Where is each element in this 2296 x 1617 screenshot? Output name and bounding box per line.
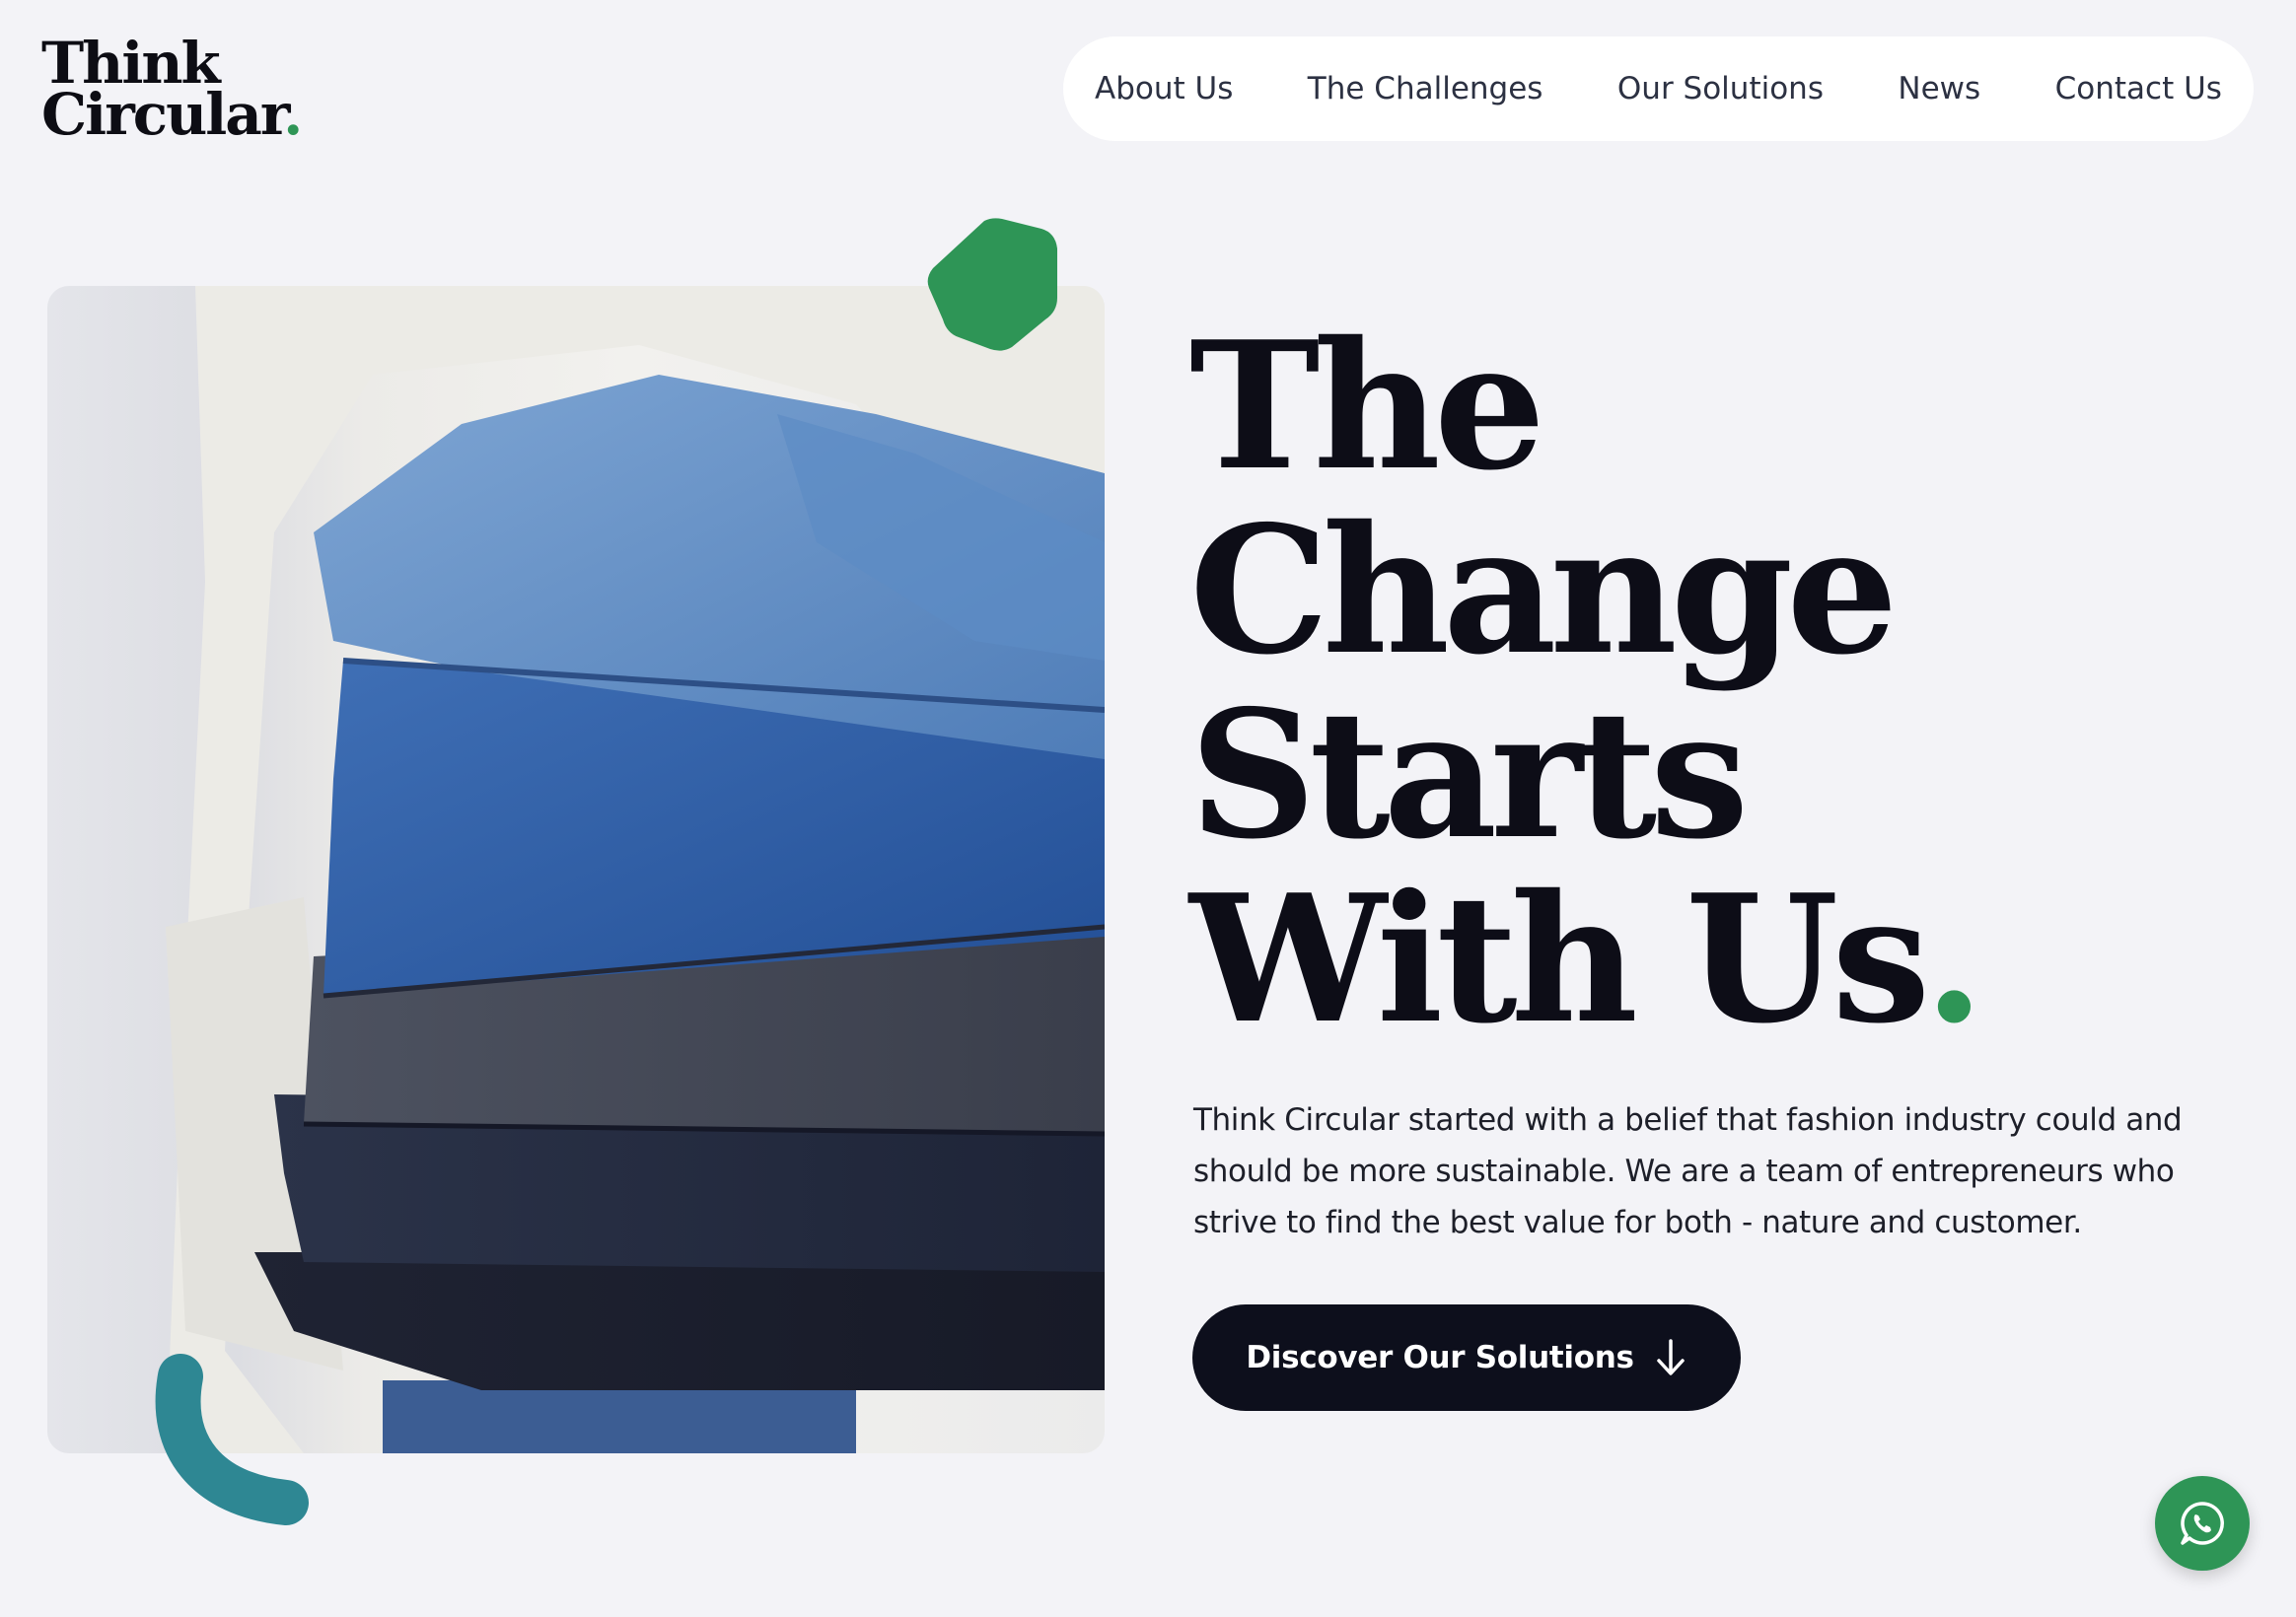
logo-line-2: Circular bbox=[41, 81, 285, 148]
discover-solutions-button[interactable]: Discover Our Solutions bbox=[1192, 1304, 1741, 1411]
nav-item-contact-us[interactable]: Contact Us bbox=[2055, 71, 2222, 106]
headline-line-4-wrap: With Us. bbox=[1189, 867, 2235, 1051]
hero-image-folded-jeans bbox=[47, 286, 1105, 1453]
headline-line-2: Change bbox=[1189, 487, 1899, 693]
whatsapp-chat-button[interactable] bbox=[2155, 1476, 2250, 1571]
logo-line-2-wrap: Circular. bbox=[41, 86, 303, 143]
main-nav: About Us The Challenges Our Solutions Ne… bbox=[1063, 36, 2254, 141]
headline-line-1: The bbox=[1189, 303, 1545, 509]
nav-item-about-us[interactable]: About Us bbox=[1095, 71, 1233, 106]
nav-item-news[interactable]: News bbox=[1898, 71, 1980, 106]
logo[interactable]: Think Circular. bbox=[41, 35, 303, 143]
discover-solutions-label: Discover Our Solutions bbox=[1246, 1340, 1634, 1375]
jeans-illustration bbox=[166, 286, 1105, 1453]
hero-headline: The Change Starts With Us. bbox=[1189, 314, 2235, 1051]
nav-item-our-solutions[interactable]: Our Solutions bbox=[1617, 71, 1824, 106]
headline-line-4: With Us bbox=[1189, 856, 1930, 1062]
nav-item-the-challenges[interactable]: The Challenges bbox=[1308, 71, 1543, 106]
whatsapp-icon bbox=[2181, 1502, 2224, 1545]
hero-intro-text: Think Circular started with a belief tha… bbox=[1193, 1102, 2183, 1240]
headline-dot: . bbox=[1923, 856, 1984, 1062]
headline-line-3: Starts bbox=[1189, 671, 1749, 878]
green-hexagon-decoration bbox=[927, 218, 1057, 351]
logo-dot: . bbox=[283, 81, 303, 148]
teal-arc-decoration bbox=[155, 1354, 309, 1525]
arrow-down-icon bbox=[1656, 1339, 1685, 1375]
